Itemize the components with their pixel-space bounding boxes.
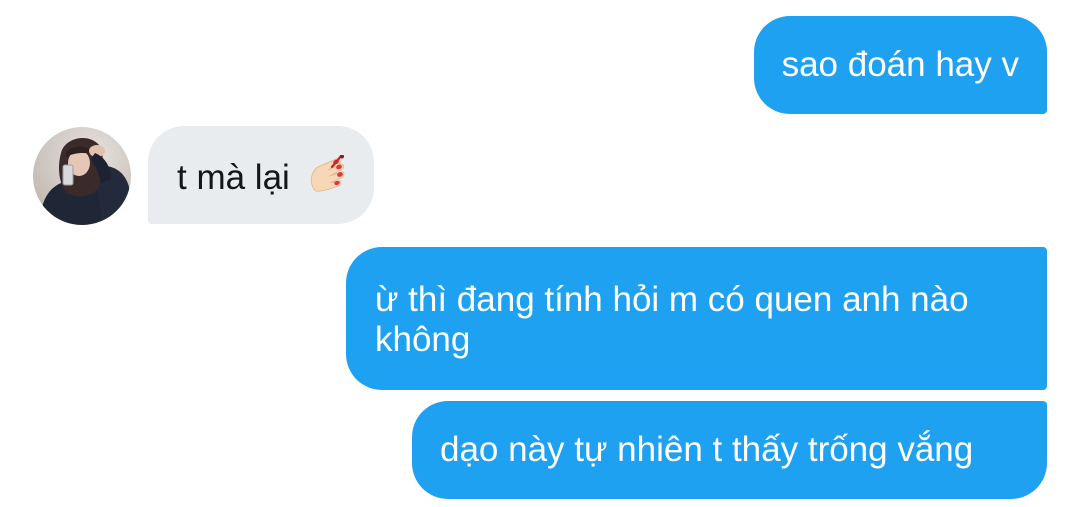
incoming-message-bubble[interactable]: t mà lại bbox=[148, 126, 374, 224]
outgoing-message-bubble[interactable]: ừ thì đang tính hỏi m có quen anh nào kh… bbox=[346, 247, 1047, 390]
contact-avatar[interactable] bbox=[33, 127, 131, 225]
message-text: ừ thì đang tính hỏi m có quen anh nào kh… bbox=[375, 280, 969, 359]
avatar-photo-icon bbox=[33, 127, 131, 225]
nail-polish-emoji-icon bbox=[306, 154, 346, 195]
message-text: sao đoán hay v bbox=[781, 45, 1019, 84]
outgoing-message-bubble[interactable]: dạo này tự nhiên t thấy trống vắng bbox=[412, 401, 1047, 499]
outgoing-message-bubble[interactable]: sao đoán hay v bbox=[753, 16, 1047, 114]
message-text: t mà lại bbox=[177, 158, 290, 197]
message-text: dạo này tự nhiên t thấy trống vắng bbox=[440, 430, 974, 469]
